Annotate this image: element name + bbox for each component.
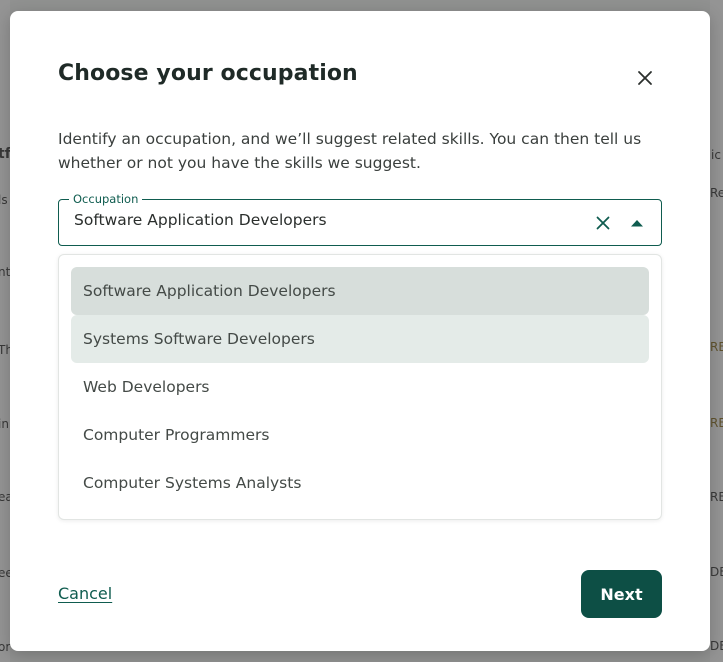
clear-occupation-button[interactable] (591, 211, 615, 235)
occupation-option[interactable]: Web Developers (71, 363, 649, 411)
dropdown-toggle-button[interactable] (625, 211, 649, 235)
cancel-link[interactable]: Cancel (58, 584, 112, 603)
occupation-input[interactable] (74, 211, 574, 229)
close-button[interactable] (630, 63, 660, 93)
dialog-description: Identify an occupation, and we’ll sugges… (58, 130, 642, 172)
occupation-dialog: Choose your occupation Identify an occup… (10, 11, 710, 651)
occupation-option[interactable]: Software Application Developers (71, 267, 649, 315)
occupation-options-list: Software Application Developers Systems … (58, 254, 662, 520)
next-button[interactable]: Next (581, 570, 662, 618)
caret-up-icon (631, 220, 643, 227)
occupation-option[interactable]: Computer Programmers (71, 411, 649, 459)
occupation-field-label: Occupation (69, 192, 143, 206)
close-icon (638, 71, 652, 85)
dialog-title: Choose your occupation (58, 61, 358, 86)
clear-icon (596, 216, 610, 230)
occupation-option[interactable]: Systems Software Developers (71, 315, 649, 363)
occupation-option[interactable]: Computer Systems Analysts (71, 459, 649, 507)
occupation-field: Occupation (58, 192, 662, 246)
